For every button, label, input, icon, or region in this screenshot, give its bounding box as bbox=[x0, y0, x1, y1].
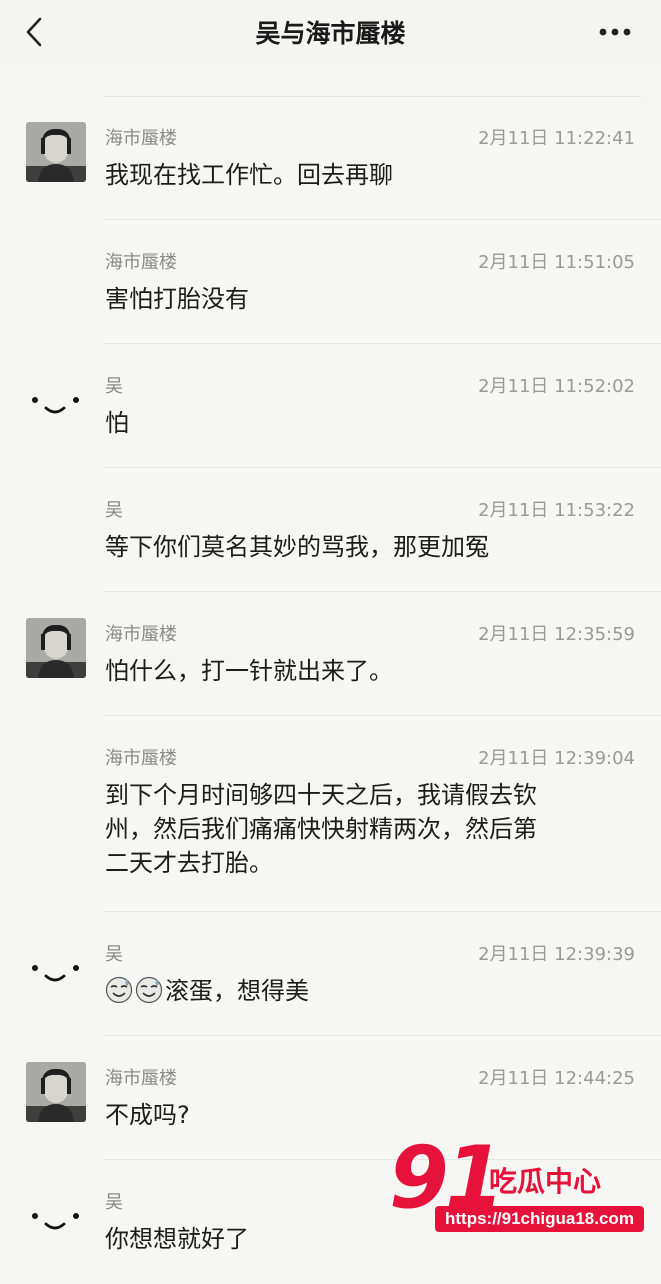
message-text: 等下你们莫名其妙的骂我，那更加冤 bbox=[105, 533, 489, 561]
person-photo-icon bbox=[26, 1062, 86, 1122]
smile-face-icon bbox=[32, 397, 79, 414]
sender-name: 海市蜃楼 bbox=[105, 1068, 177, 1089]
message-item[interactable]: 海市蜃楼 2月11日 12:39:04 到下个月时间够四十天之后，我请假去钦 州… bbox=[0, 716, 661, 912]
message-item[interactable]: 吴 2月11日 11:53:22 等下你们莫名其妙的骂我，那更加冤 bbox=[0, 468, 661, 592]
avatar[interactable] bbox=[26, 370, 86, 430]
sender-name: 吴 bbox=[105, 500, 123, 521]
avatar[interactable] bbox=[26, 122, 86, 182]
message-list: 海市蜃楼 2月11日 11:22:41 我现在找工作忙。回去再聊 海市蜃楼 2月… bbox=[0, 96, 661, 1284]
timestamp: 2月11日 11:22:41 bbox=[478, 128, 635, 149]
message-item[interactable]: 吴 2月11日 11:52:02 怕 bbox=[0, 344, 661, 468]
site-watermark: 91 吃瓜中心 https://91chigua18.com bbox=[389, 1130, 651, 1240]
page-title: 吴与海市蜃楼 bbox=[255, 19, 406, 48]
person-photo-icon bbox=[26, 122, 86, 182]
message-item[interactable]: 吴 2月11日 12:39:39 滚蛋，想得美 bbox=[0, 912, 661, 1036]
top-nav-bar: 吴与海市蜃楼 bbox=[0, 0, 661, 64]
timestamp: 2月11日 12:39:04 bbox=[478, 748, 635, 769]
person-photo-icon bbox=[26, 618, 86, 678]
avatar[interactable] bbox=[26, 1186, 86, 1246]
sweat-smile-emoji-icon bbox=[135, 976, 163, 1004]
timestamp: 2月11日 11:53:22 bbox=[478, 500, 635, 521]
watermark-url: https://91chigua18.com bbox=[435, 1206, 644, 1232]
message-text-line: 州，然后我们痛痛快快射精两次，然后第 bbox=[105, 815, 537, 843]
avatar[interactable] bbox=[26, 618, 86, 678]
sender-name: 海市蜃楼 bbox=[105, 748, 177, 769]
timestamp: 2月11日 12:39:39 bbox=[478, 944, 635, 965]
timestamp: 2月11日 11:51:05 bbox=[478, 252, 635, 273]
message-text-line: 二天才去打胎。 bbox=[105, 849, 273, 877]
timestamp: 2月11日 11:52:02 bbox=[478, 376, 635, 397]
sender-name: 海市蜃楼 bbox=[105, 252, 177, 273]
message-text: 怕什么，打一针就出来了。 bbox=[105, 657, 393, 685]
sender-name: 海市蜃楼 bbox=[105, 624, 177, 645]
more-options-button[interactable] bbox=[595, 18, 635, 46]
message-text: 不成吗? bbox=[105, 1101, 190, 1129]
more-dots-icon bbox=[599, 28, 631, 36]
avatar[interactable] bbox=[26, 1062, 86, 1122]
sweat-smile-emoji-icon bbox=[105, 976, 133, 1004]
message-text-content: 滚蛋，想得美 bbox=[165, 977, 309, 1005]
smile-face-icon bbox=[32, 1213, 79, 1230]
message-text: 怕 bbox=[105, 409, 129, 437]
smile-face-icon bbox=[32, 965, 79, 982]
sender-name: 海市蜃楼 bbox=[105, 128, 177, 149]
message-text-line: 到下个月时间够四十天之后，我请假去钦 bbox=[105, 781, 537, 809]
avatar[interactable] bbox=[26, 938, 86, 998]
sender-name: 吴 bbox=[105, 376, 123, 397]
message-item[interactable]: 海市蜃楼 2月11日 11:51:05 害怕打胎没有 bbox=[0, 220, 661, 344]
message-item[interactable]: 海市蜃楼 2月11日 12:35:59 怕什么，打一针就出来了。 bbox=[0, 592, 661, 716]
message-text: 到下个月时间够四十天之后，我请假去钦 州，然后我们痛痛快快射精两次，然后第 二天… bbox=[105, 778, 625, 880]
message-text: 我现在找工作忙。回去再聊 bbox=[105, 161, 393, 189]
timestamp: 2月11日 12:44:25 bbox=[478, 1068, 635, 1089]
message-text: 害怕打胎没有 bbox=[105, 285, 249, 313]
watermark-brand: 吃瓜中心 bbox=[489, 1165, 602, 1198]
timestamp: 2月11日 12:35:59 bbox=[478, 624, 635, 645]
message-item[interactable]: 海市蜃楼 2月11日 11:22:41 我现在找工作忙。回去再聊 bbox=[0, 96, 661, 220]
sender-name: 吴 bbox=[105, 944, 123, 965]
message-text: 滚蛋，想得美 bbox=[105, 974, 625, 1008]
sender-name: 吴 bbox=[105, 1192, 123, 1213]
